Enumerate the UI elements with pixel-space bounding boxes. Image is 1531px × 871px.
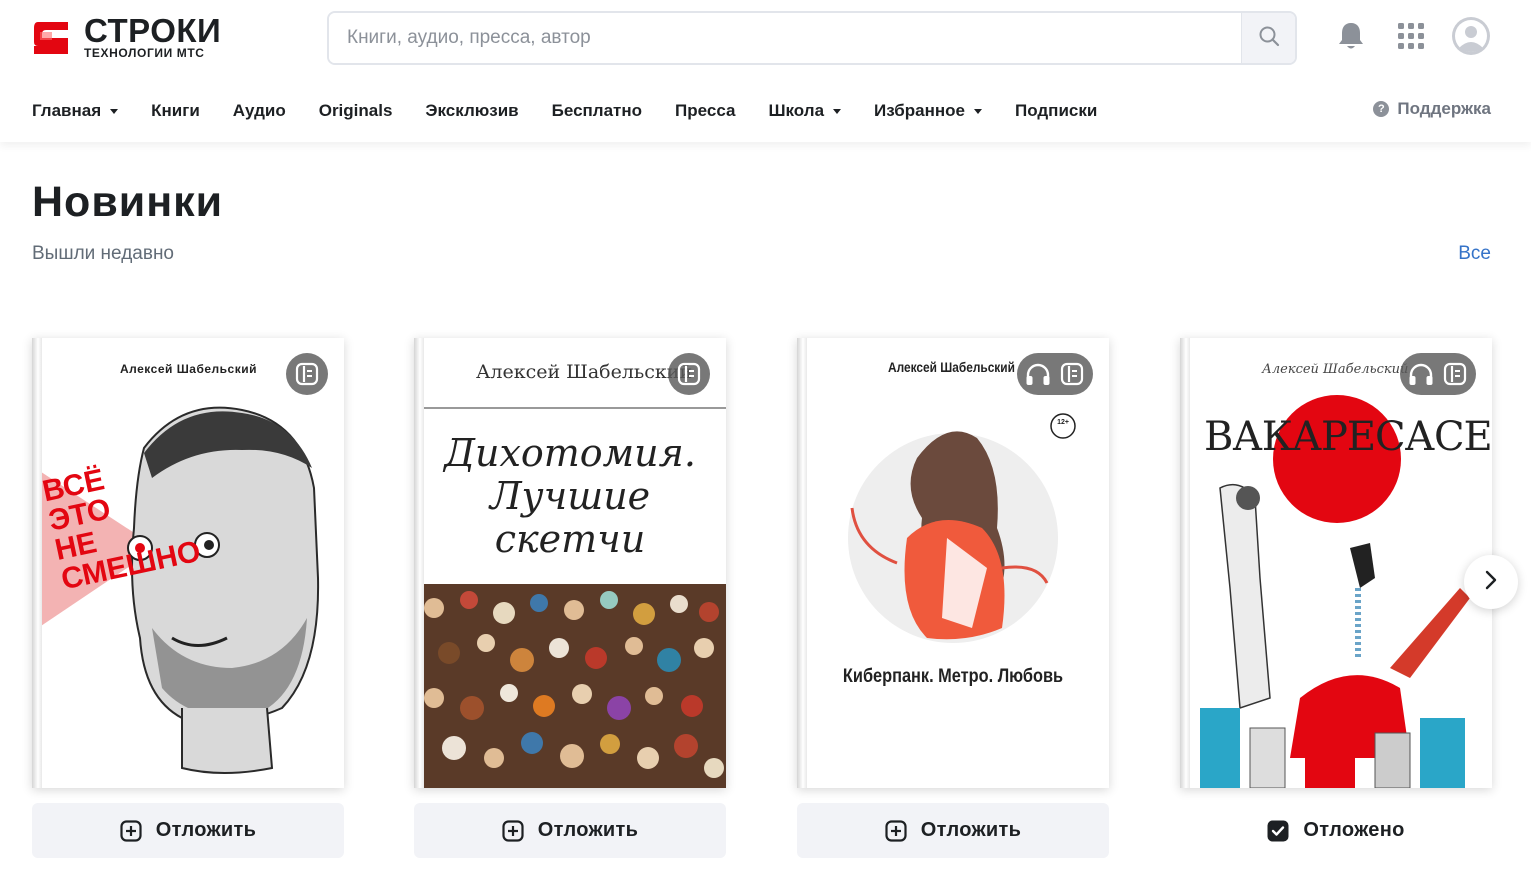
- cover-title: Дихотомия. Лучшие скетчи: [444, 431, 696, 561]
- nav-item-home[interactable]: Главная: [32, 101, 119, 121]
- book-spine: [797, 338, 807, 788]
- help-icon: ?: [1373, 101, 1390, 117]
- ebook-icon: [1442, 361, 1468, 387]
- book-spine: [414, 338, 424, 788]
- defer-button[interactable]: Отложить: [32, 803, 344, 858]
- headphones-icon: [1408, 361, 1434, 387]
- book-cover[interactable]: Алексей Шабельский ВСЁ ЭТО НЕ СМЕШНО: [32, 338, 344, 788]
- book-card: Алексей Шабельский ВАКАРЕСАСЕЯ Отложено: [1180, 338, 1492, 858]
- caret-down-icon: [833, 108, 842, 114]
- search-bar: [327, 11, 1297, 65]
- format-badge: [1400, 353, 1476, 395]
- book-card: Алексей Шабельский ВСЁ ЭТО НЕ СМЕШНО Отл…: [32, 338, 344, 858]
- cover-author: Алексей Шабельский: [476, 361, 693, 383]
- profile-button[interactable]: [1451, 16, 1491, 61]
- format-badge: [286, 353, 328, 395]
- section-subtitle: Вышли недавно: [32, 243, 174, 264]
- book-spine: [1180, 338, 1190, 788]
- ebook-icon: [1059, 361, 1085, 387]
- apps-button[interactable]: [1391, 18, 1431, 58]
- support-link[interactable]: ? Поддержка: [1373, 99, 1491, 119]
- section-title: Новинки: [32, 178, 224, 226]
- book-cover[interactable]: Алексей Шабельский Дихотомия. Лучшие ске…: [414, 338, 726, 788]
- deferred-button[interactable]: Отложено: [1180, 803, 1492, 858]
- search-input[interactable]: [329, 13, 1241, 63]
- book-card: Алексей Шабельский 12+ Киберпанк. Метро.…: [797, 338, 1109, 858]
- notifications-button[interactable]: [1331, 18, 1371, 58]
- defer-button[interactable]: Отложить: [797, 803, 1109, 858]
- nav-item-free[interactable]: Бесплатно: [552, 101, 642, 121]
- main-nav: Главная Книги Аудио Originals Эксклюзив …: [32, 96, 1130, 126]
- cover-title: ВАКАРЕСАСЕЯ: [1204, 414, 1492, 460]
- plus-square-icon: [885, 819, 907, 842]
- cover-author: Алексей Шабельский: [1262, 362, 1409, 377]
- nav-item-school[interactable]: Школа: [768, 101, 842, 121]
- nav-item-originals[interactable]: Originals: [319, 101, 393, 121]
- nav-item-books[interactable]: Книги: [151, 101, 200, 121]
- caret-down-icon: [974, 108, 982, 114]
- cover-author: Алексей Шабельский: [120, 362, 257, 376]
- grid-icon: [1398, 22, 1424, 54]
- headphones-icon: [1025, 361, 1051, 387]
- book-card: Алексей Шабельский Дихотомия. Лучшие ске…: [414, 338, 726, 858]
- age-rating: 12+: [1057, 419, 1069, 426]
- format-badge: [668, 353, 710, 395]
- nav-item-subscriptions[interactable]: Подписки: [1015, 101, 1097, 121]
- cover-author: Алексей Шабельский: [888, 359, 1015, 375]
- checkbox-checked-icon: [1267, 820, 1289, 842]
- book-cover[interactable]: Алексей Шабельский 12+ Киберпанк. Метро.…: [797, 338, 1109, 788]
- see-all-link[interactable]: Все: [1458, 243, 1491, 265]
- ebook-icon: [676, 361, 702, 387]
- nav-item-audio[interactable]: Аудио: [233, 101, 286, 121]
- chevron-right-icon: [1484, 569, 1498, 596]
- nav-item-favorites[interactable]: Избранное: [874, 101, 982, 121]
- plus-square-icon: [120, 819, 142, 842]
- cover-illustration: [414, 338, 726, 788]
- top-header: СТРОКИ ТЕХНОЛОГИИ МТС Книги, аудио, прес…: [0, 0, 1531, 142]
- caret-down-icon: [110, 108, 119, 114]
- carousel-next-button[interactable]: [1464, 555, 1518, 609]
- defer-button[interactable]: Отложить: [414, 803, 726, 858]
- bell-icon: [1337, 21, 1365, 56]
- search-button[interactable]: [1241, 13, 1295, 63]
- cover-title: Киберпанк. Метро. Любовь: [842, 666, 1064, 687]
- cover-illustration: [1180, 338, 1492, 788]
- brand-name: СТРОКИ: [84, 12, 222, 49]
- user-avatar-icon: [1451, 16, 1491, 61]
- nav-item-press[interactable]: Пресса: [675, 101, 735, 121]
- book-spine: [32, 338, 42, 788]
- stroki-logo-icon: [32, 18, 70, 58]
- search-icon: [1258, 25, 1280, 52]
- cover-illustration: [797, 338, 1109, 788]
- book-cover[interactable]: Алексей Шабельский ВАКАРЕСАСЕЯ: [1180, 338, 1492, 788]
- brand-logo[interactable]: СТРОКИ ТЕХНОЛОГИИ МТС: [32, 12, 222, 60]
- format-badge: [1017, 353, 1093, 395]
- plus-square-icon: [502, 819, 524, 842]
- ebook-icon: [294, 361, 320, 387]
- nav-item-exclusive[interactable]: Эксклюзив: [425, 101, 518, 121]
- brand-tagline: ТЕХНОЛОГИИ МТС: [84, 46, 205, 60]
